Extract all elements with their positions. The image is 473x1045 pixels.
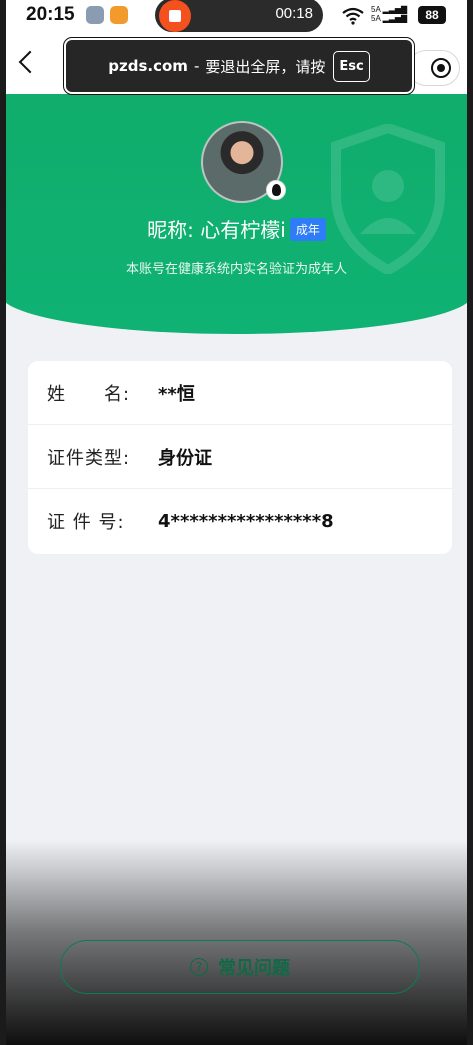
identity-info-card: 姓 名: **恒 证件类型: 身份证 证 件 号: 4*************… bbox=[28, 361, 452, 554]
verification-note: 本账号在健康系统内实名验证为成年人 bbox=[125, 262, 347, 277]
help-circle-icon: ? bbox=[190, 958, 208, 976]
nickname-label: 昵称: bbox=[147, 218, 201, 242]
wifi-icon bbox=[341, 7, 365, 29]
cellular-signal: 5A ▂▃▅▇ 5A ▂▃▅▇ bbox=[371, 5, 408, 23]
adult-badge: 成年 bbox=[289, 218, 326, 241]
info-row-name: 姓 名: **恒 bbox=[28, 361, 452, 425]
notification-app-icon-2 bbox=[110, 6, 128, 24]
battery-indicator: 88 bbox=[418, 6, 446, 24]
nickname: 心有柠檬i bbox=[200, 218, 286, 242]
name-value: **恒 bbox=[158, 383, 195, 405]
qq-penguin-icon bbox=[266, 180, 286, 200]
fullscreen-exit-toast: pzds.com - 要退出全屏，请按 Esc bbox=[63, 37, 415, 95]
info-row-id-number: 证 件 号: 4****************8 bbox=[28, 489, 452, 553]
id-type-label: 证件类型: bbox=[47, 447, 131, 469]
notification-app-icon bbox=[86, 6, 104, 24]
screen-recording-pill[interactable]: 00:18 bbox=[155, 0, 323, 32]
id-type-value: 身份证 bbox=[158, 447, 212, 469]
close-target-icon[interactable] bbox=[431, 58, 451, 78]
recording-time: 00:18 bbox=[275, 5, 313, 22]
toast-separator: - bbox=[193, 57, 200, 75]
toast-message: 要退出全屏，请按 bbox=[205, 57, 326, 76]
faq-button[interactable]: ? 常见问题 bbox=[60, 940, 420, 994]
id-number-value: 4****************8 bbox=[158, 510, 334, 532]
toast-domain: pzds.com bbox=[108, 57, 188, 75]
stop-recording-icon[interactable] bbox=[159, 0, 191, 32]
back-arrow-icon[interactable] bbox=[18, 50, 42, 74]
faq-label: 常见问题 bbox=[218, 958, 290, 979]
screen-frame-left bbox=[0, 0, 6, 1045]
status-time: 20:15 bbox=[26, 4, 75, 25]
signal-top-label: 5A bbox=[371, 5, 381, 14]
screen-frame-right bbox=[467, 0, 473, 1045]
name-label: 姓 名: bbox=[47, 383, 131, 405]
nickname-row: 昵称: 心有柠檬i 成年 bbox=[0, 214, 473, 243]
status-bar: 20:15 00:18 5A ▂▃▅▇ 5A ▂▃▅▇ 88 bbox=[0, 0, 473, 32]
signal-bottom-label: 5A bbox=[371, 14, 381, 23]
mini-program-capsule[interactable] bbox=[408, 50, 460, 86]
shield-watermark-icon bbox=[331, 124, 445, 274]
profile-header: 昵称: 心有柠檬i 成年 本账号在健康系统内实名验证为成年人 bbox=[0, 94, 473, 334]
esc-key: Esc bbox=[333, 50, 370, 82]
id-number-label: 证 件 号: bbox=[47, 512, 125, 533]
info-row-id-type: 证件类型: 身份证 bbox=[28, 425, 452, 489]
